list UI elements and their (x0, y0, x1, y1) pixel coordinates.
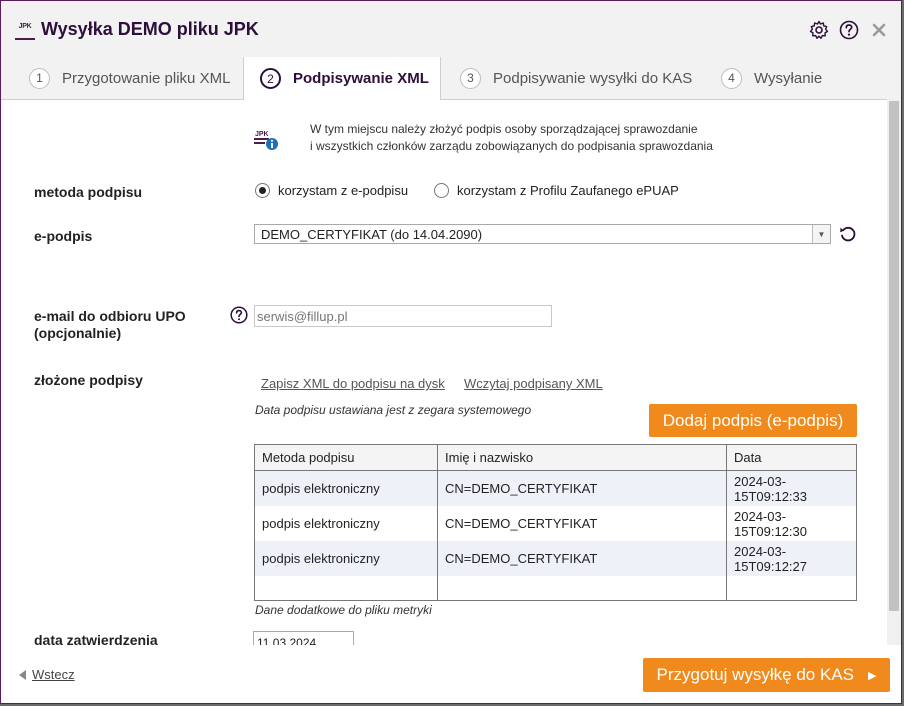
tab-step-3[interactable]: 3 Podpisywanie wysyłki do KAS (460, 57, 692, 99)
radio-label: korzystam z Profilu Zaufanego ePUAP (457, 183, 679, 198)
info-line-1: W tym miejscu należy złożyć podpis osoby… (310, 122, 698, 136)
info-message: W tym miejscu należy złożyć podpis osoby… (310, 121, 713, 155)
clock-note: Data podpisu ustawiana jest z zegara sys… (255, 403, 532, 417)
radio-circle-checked (255, 183, 270, 198)
chevron-left-icon (19, 669, 26, 680)
svg-text:JPK: JPK (255, 131, 269, 138)
signatures-label: złożone podpisy (34, 372, 143, 388)
tab-label: Przygotowanie pliku XML (62, 69, 231, 87)
tab-step-2[interactable]: 2 Podpisywanie XML (243, 57, 441, 100)
cell-date: 2024-03-15T09:12:27 (726, 541, 857, 576)
back-link[interactable]: Wstecz (19, 667, 75, 682)
table-header-row: Metoda podpisu Imię i nazwisko Data (254, 444, 857, 471)
next-button-label: Przygotuj wysyłkę do KAS (656, 665, 854, 684)
step-tabs: 1 Przygotowanie pliku XML 2 Podpisywanie… (1, 57, 901, 100)
cell-name: CN=DEMO_CERTYFIKAT (437, 541, 727, 576)
table-row[interactable]: podpis elektroniczny CN=DEMO_CERTYFIKAT … (254, 541, 857, 576)
back-label: Wstecz (32, 667, 75, 682)
help-icon[interactable] (839, 20, 859, 40)
gear-icon[interactable] (809, 20, 829, 40)
cell-name: CN=DEMO_CERTYFIKAT (437, 470, 727, 506)
tab-number: 3 (460, 67, 481, 89)
radio-e-signature[interactable]: korzystam z e-podpisu (255, 183, 408, 198)
save-xml-link[interactable]: Zapisz XML do podpisu na dysk (261, 376, 445, 391)
table-filler-row (254, 576, 857, 601)
tab-label: Wysyłanie (754, 69, 823, 87)
scrollbar-thumb[interactable] (889, 101, 899, 611)
cell-method: podpis elektroniczny (254, 541, 438, 576)
signature-method-label: metoda podpisu (34, 184, 143, 200)
help-icon[interactable] (230, 306, 248, 324)
jpk-info-icon: JPK (254, 131, 278, 150)
refresh-icon[interactable] (839, 225, 857, 243)
close-icon[interactable] (871, 22, 887, 38)
scrollbar[interactable] (887, 99, 901, 645)
e-signature-label: e-podpis (34, 228, 93, 244)
extra-data-note: Dane dodatkowe do pliku metryki (255, 603, 432, 617)
radio-epuap[interactable]: korzystam z Profilu Zaufanego ePUAP (434, 183, 679, 198)
cell-date: 2024-03-15T09:12:33 (726, 470, 857, 506)
dialog-window: JPK Wysyłka DEMO pliku JPK 1 Przygotowan… (0, 0, 902, 704)
main-content: JPK W tym miejscu należy złożyć podpis o… (1, 99, 887, 645)
select-value: DEMO_CERTYFIKAT (do 14.04.2090) (261, 227, 483, 242)
column-header[interactable]: Data (726, 444, 857, 471)
e-signature-select[interactable]: DEMO_CERTYFIKAT (do 14.04.2090) ▼ (254, 224, 831, 244)
tab-step-4[interactable]: 4 Wysyłanie (721, 57, 822, 99)
signatures-table: Metoda podpisu Imię i nazwisko Data podp… (254, 444, 857, 601)
window-title: Wysyłka DEMO pliku JPK (41, 19, 259, 39)
jpk-logo: JPK (15, 22, 35, 40)
radio-circle (434, 183, 449, 198)
tab-number: 4 (721, 67, 742, 89)
add-signature-button[interactable]: Dodaj podpis (e-podpis) (649, 404, 857, 437)
radio-label: korzystam z e-podpisu (278, 183, 409, 198)
chevron-down-icon[interactable]: ▼ (812, 225, 830, 243)
cell-name: CN=DEMO_CERTYFIKAT (437, 506, 727, 541)
chevron-right-icon: ▶ (868, 669, 877, 682)
load-xml-link[interactable]: Wczytaj podpisany XML (464, 376, 603, 391)
tab-label: Podpisywanie XML (293, 70, 429, 87)
email-label-line-1: e-mail do odbioru UPO (34, 308, 186, 324)
tab-step-1[interactable]: 1 Przygotowanie pliku XML (29, 57, 230, 99)
cell-method: podpis elektroniczny (254, 470, 438, 506)
approval-date-input[interactable]: 11.03.2024 (253, 631, 354, 645)
cell-date: 2024-03-15T09:12:30 (734, 508, 808, 539)
title-bar: JPK Wysyłka DEMO pliku JPK (1, 1, 901, 58)
email-input[interactable] (254, 305, 552, 327)
cell-method: podpis elektroniczny (254, 506, 438, 541)
email-label-line-2: (opcjonalnie) (34, 325, 122, 341)
email-upo-label: e-mail do odbioru UPO (opcjonalnie) (34, 308, 186, 342)
info-line-2: i wszystkich członków zarządu zobowiązan… (310, 139, 713, 153)
tab-label: Podpisywanie wysyłki do KAS (493, 69, 693, 87)
column-header[interactable]: Imię i nazwisko (437, 444, 727, 471)
tab-number: 2 (260, 68, 281, 89)
table-row[interactable]: podpis elektroniczny CN=DEMO_CERTYFIKAT … (254, 470, 857, 506)
approval-date-label: data zatwierdzenia (34, 632, 158, 645)
table-row[interactable]: podpis elektroniczny CN=DEMO_CERTYFIKAT … (254, 506, 857, 541)
prepare-kas-button[interactable]: Przygotuj wysyłkę do KAS ▶ (643, 658, 890, 692)
column-header[interactable]: Metoda podpisu (254, 444, 438, 471)
tab-number: 1 (29, 67, 50, 89)
footer-bar: Wstecz Przygotuj wysyłkę do KAS ▶ (1, 645, 901, 703)
